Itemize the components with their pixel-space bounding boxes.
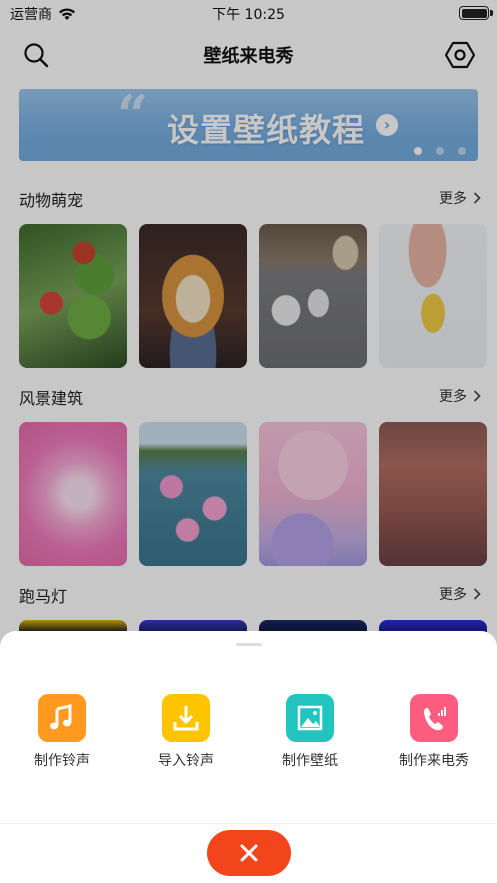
close-icon bbox=[240, 844, 258, 862]
action-sheet: 制作铃声 导入铃声 制作壁纸 制作来电秀 bbox=[0, 631, 497, 883]
sheet-divider bbox=[0, 823, 497, 824]
sheet-grabber[interactable] bbox=[236, 643, 262, 646]
close-button[interactable] bbox=[207, 830, 291, 876]
action-label: 制作壁纸 bbox=[282, 753, 338, 769]
download-icon bbox=[162, 694, 210, 742]
import-ringtone-button[interactable]: 导入铃声 bbox=[131, 694, 241, 770]
phone-call-icon bbox=[410, 694, 458, 742]
action-label: 导入铃声 bbox=[158, 753, 214, 769]
image-icon bbox=[286, 694, 334, 742]
music-note-icon bbox=[38, 694, 86, 742]
make-caller-show-button[interactable]: 制作来电秀 bbox=[379, 694, 489, 770]
action-label: 制作来电秀 bbox=[399, 753, 469, 769]
make-ringtone-button[interactable]: 制作铃声 bbox=[7, 694, 117, 770]
make-wallpaper-button[interactable]: 制作壁纸 bbox=[255, 694, 365, 770]
action-label: 制作铃声 bbox=[34, 753, 90, 769]
